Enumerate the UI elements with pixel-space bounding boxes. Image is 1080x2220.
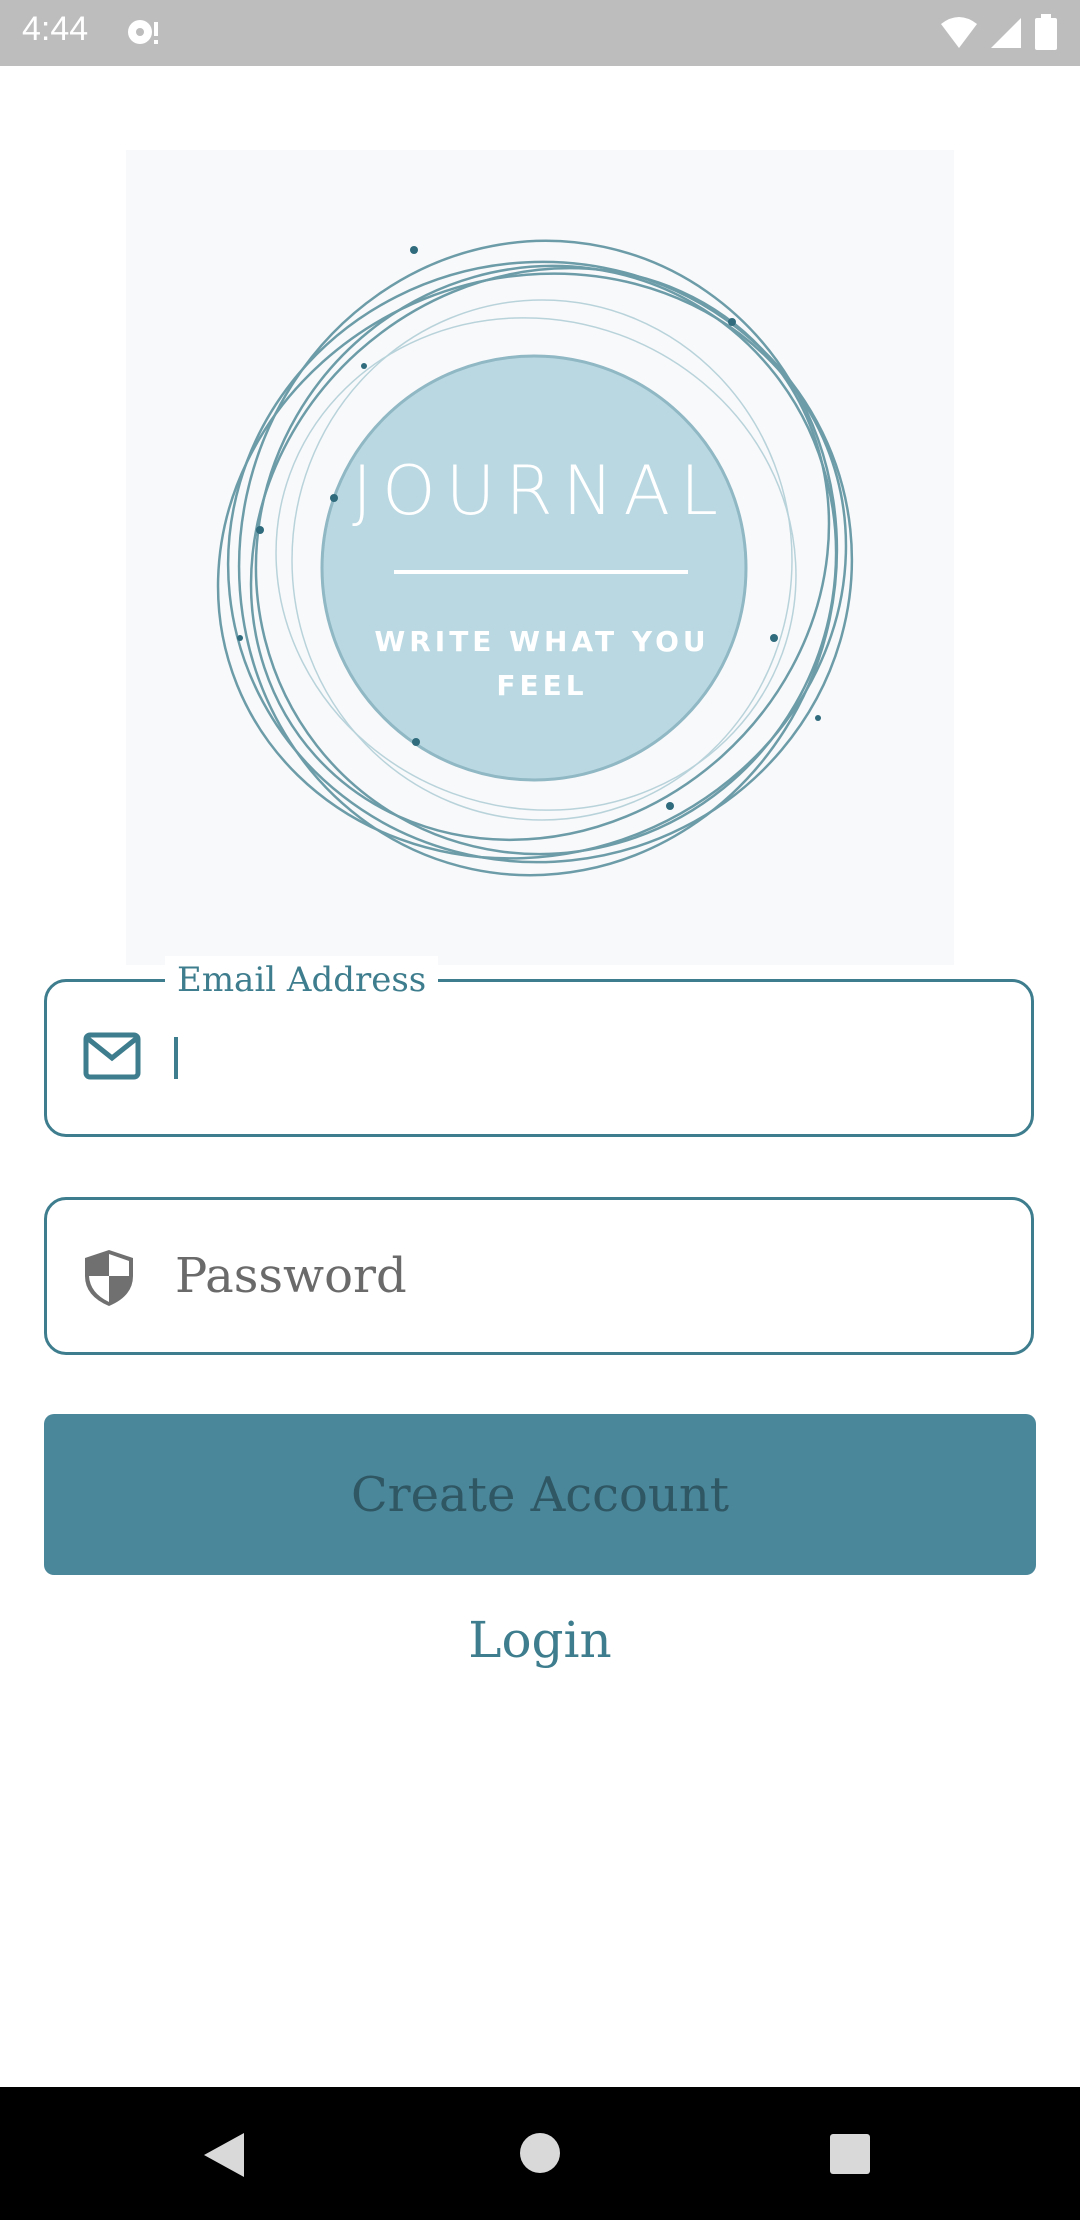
media-notification-icon [126,16,164,50]
email-field[interactable]: Email Address [44,956,1034,1137]
logo-tagline: WRITE WHAT YOU FEEL [372,620,712,708]
battery-icon [1035,14,1057,50]
back-icon[interactable] [202,2131,246,2183]
logo-divider [394,570,688,574]
logo-tagline-line1: WRITE WHAT YOU [374,625,710,658]
recents-icon[interactable] [829,2133,871,2179]
login-link[interactable]: Login [0,1605,1080,1675]
email-field-label: Email Address [165,956,439,1004]
home-icon[interactable] [519,2132,561,2178]
password-input[interactable] [175,1234,995,1318]
logo-rings [216,239,854,877]
text-caret [174,1037,178,1079]
status-bar: 4:44 [0,0,1080,66]
login-link-label[interactable]: Login [468,1611,612,1669]
mail-icon [83,1032,141,1084]
logo-tagline-line2: FEEL [496,669,588,702]
shield-icon [83,1248,135,1312]
logo-title: JOURNAL [352,452,728,531]
email-input[interactable] [175,1016,995,1100]
wifi-icon [940,17,977,48]
create-account-button[interactable]: Create Account [44,1414,1036,1575]
status-icons [934,14,1058,54]
status-time: 4:44 [22,10,89,48]
system-navigation-bar [0,2087,1080,2220]
password-field[interactable] [44,1197,1034,1355]
journal-logo: JOURNAL WRITE WHAT YOU FEEL [126,150,954,965]
signal-icon [990,18,1021,48]
